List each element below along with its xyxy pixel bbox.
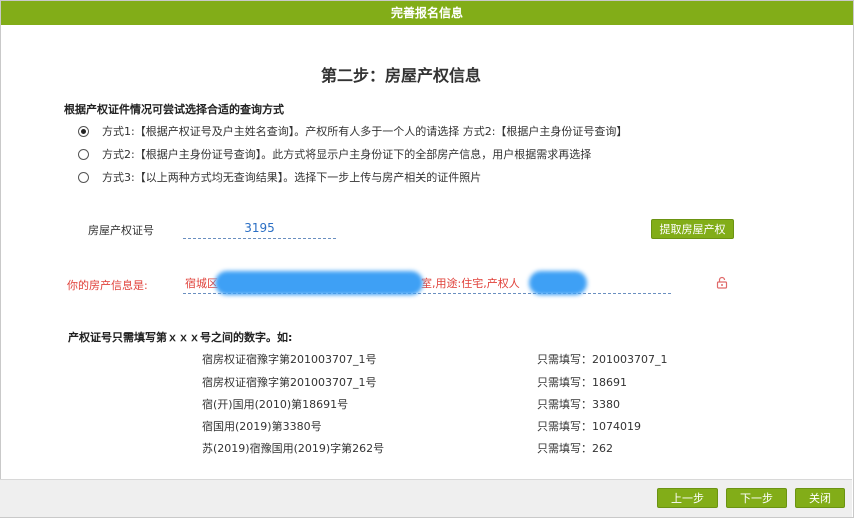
query-hint: 根据产权证件情况可尝试选择合适的查询方式 (64, 103, 284, 116)
query-option-3[interactable]: 方式3:【以上两种方式均无查询结果】。选择下一步上传与房产相关的证件照片 (78, 169, 481, 185)
query-option-label: 方式2:【根据户主身份证号查询】。此方式将显示户主身份证下的全部房产信息，用户根… (102, 148, 592, 161)
property-info-middle: 室,用途:住宅,产权人 (421, 277, 520, 290)
redaction-blur (215, 271, 423, 295)
lock-icon[interactable] (716, 276, 728, 289)
example-fill: 只需填写：3380 (537, 398, 620, 411)
query-option-label: 方式1:【根据产权证号及户主姓名查询】。产权所有人多于一个人的请选择 方式2:【… (102, 125, 628, 138)
redaction-blur (529, 271, 587, 295)
example-fill: 只需填写：262 (537, 442, 613, 455)
example-cert: 宿房权证宿豫字第201003707_1号 (202, 376, 377, 389)
example-cert: 宿国用(2019)第3380号 (202, 420, 322, 433)
query-option-1[interactable]: 方式1:【根据产权证号及户主姓名查询】。产权所有人多于一个人的请选择 方式2:【… (78, 123, 627, 139)
radio-button[interactable] (78, 171, 89, 183)
example-fill: 只需填写：18691 (537, 376, 627, 389)
example-cert: 宿房权证宿豫字第201003707_1号 (202, 353, 377, 366)
page-title: 第二步：房屋产权信息 (320, 66, 481, 85)
query-option-label: 方式3:【以上两种方式均无查询结果】。选择下一步上传与房产相关的证件照片 (102, 171, 482, 184)
radio-button-selected[interactable] (78, 125, 89, 137)
cert-number-input[interactable] (183, 218, 336, 239)
property-info-prefix: 宿城区 (185, 277, 218, 290)
next-step-button[interactable]: 下一步 (726, 488, 787, 508)
dialog-footer (0, 479, 852, 517)
example-fill: 只需填写：201003707_1 (537, 353, 668, 366)
example-title: 产权证号只需填写第ｘｘｘ号之间的数字。如: (68, 331, 293, 344)
example-cert: 苏(2019)宿豫国用(2019)字第262号 (202, 442, 385, 455)
prev-step-button[interactable]: 上一步 (657, 488, 718, 508)
cert-number-label: 房屋产权证号 (88, 224, 154, 237)
fetch-property-button[interactable]: 提取房屋产权 (651, 219, 734, 239)
example-fill: 只需填写：1074019 (537, 420, 641, 433)
query-option-2[interactable]: 方式2:【根据户主身份证号查询】。此方式将显示户主身份证下的全部房产信息，用户根… (78, 146, 591, 162)
property-info-label: 你的房产信息是: (67, 279, 148, 292)
radio-button[interactable] (78, 148, 89, 160)
dialog-title: 完善报名信息 (1, 1, 853, 25)
close-button[interactable]: 关闭 (795, 488, 845, 508)
example-cert: 宿(开)国用(2010)第18691号 (202, 398, 349, 411)
